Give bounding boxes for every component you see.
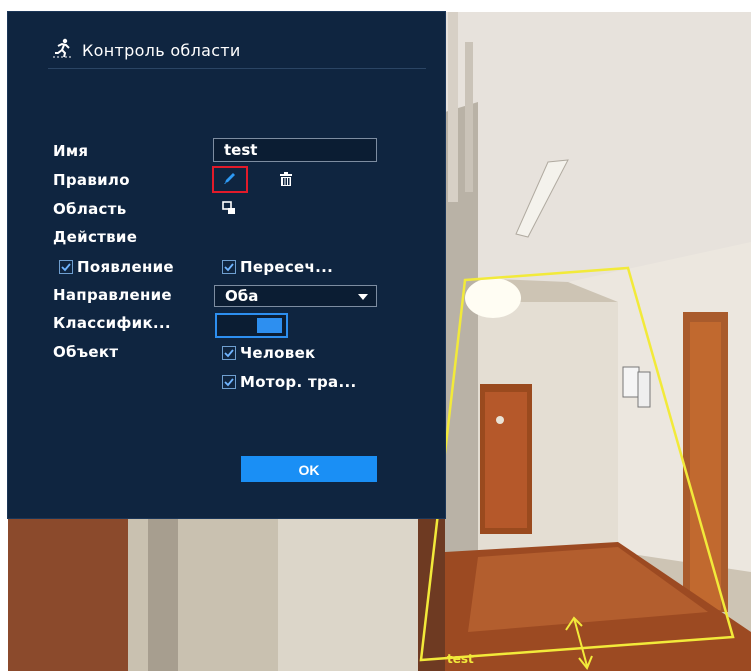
rule-delete-button[interactable] bbox=[276, 170, 296, 190]
object-vehicle-checkbox[interactable]: Мотор. тра... bbox=[222, 373, 356, 391]
direction-select[interactable]: Оба bbox=[214, 285, 377, 307]
checkbox-box[interactable] bbox=[222, 260, 236, 274]
object-human-checkbox[interactable]: Человек bbox=[222, 344, 316, 362]
running-person-icon bbox=[52, 38, 74, 62]
zone-name-label: test bbox=[447, 652, 474, 666]
direction-value: Оба bbox=[225, 287, 259, 305]
check-icon bbox=[61, 263, 71, 272]
action-label: Действие bbox=[53, 228, 138, 246]
action-crossing-label: Пересеч... bbox=[240, 258, 334, 276]
area-control-dialog: Контроль области Имя test Правило Област… bbox=[8, 12, 445, 518]
check-icon bbox=[224, 263, 234, 272]
checkbox-box[interactable] bbox=[59, 260, 73, 274]
ok-button[interactable]: OK bbox=[241, 456, 377, 482]
trash-icon bbox=[279, 171, 293, 190]
name-label: Имя bbox=[53, 142, 89, 160]
rule-label: Правило bbox=[53, 171, 130, 189]
action-crossing-checkbox[interactable]: Пересеч... bbox=[222, 258, 333, 276]
chevron-down-icon bbox=[358, 294, 368, 300]
object-human-label: Человек bbox=[240, 344, 316, 362]
classification-toggle[interactable] bbox=[215, 313, 288, 338]
toggle-knob bbox=[257, 318, 282, 333]
dialog-header: Контроль области bbox=[52, 38, 241, 62]
action-appearance-label: Появление bbox=[77, 258, 174, 276]
pencil-icon bbox=[222, 170, 238, 190]
object-label: Объект bbox=[53, 343, 119, 361]
area-label: Область bbox=[53, 200, 127, 218]
action-appearance-checkbox[interactable]: Появление bbox=[59, 258, 174, 276]
check-icon bbox=[224, 378, 234, 387]
rule-edit-button[interactable] bbox=[212, 166, 248, 193]
checkbox-box[interactable] bbox=[222, 375, 236, 389]
object-vehicle-label: Мотор. тра... bbox=[240, 373, 357, 391]
dialog-title: Контроль области bbox=[82, 40, 241, 60]
check-icon bbox=[224, 349, 234, 358]
checkbox-box[interactable] bbox=[222, 346, 236, 360]
area-draw-button[interactable] bbox=[218, 198, 240, 220]
title-divider bbox=[48, 68, 426, 69]
classification-label: Классифик... bbox=[53, 314, 171, 332]
name-input[interactable]: test bbox=[213, 138, 377, 162]
direction-label: Направление bbox=[53, 286, 172, 304]
area-draw-icon bbox=[222, 200, 236, 219]
